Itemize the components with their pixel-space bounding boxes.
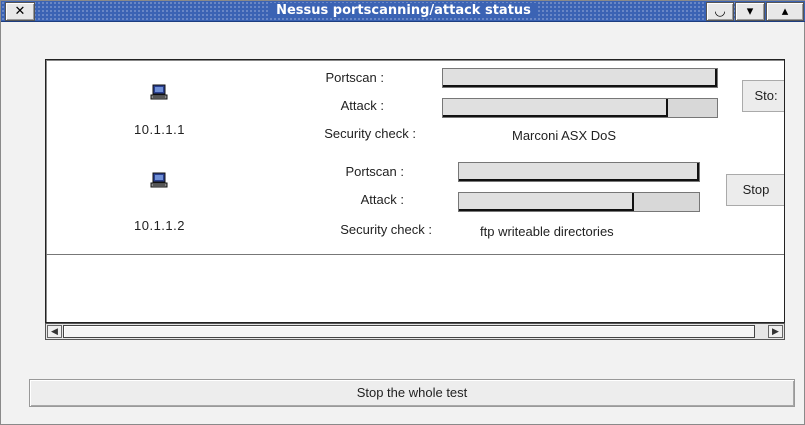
host-ip: 10.1.1.1 bbox=[134, 122, 185, 137]
portscan-progress-fill bbox=[459, 163, 699, 181]
minimize-icon: ▾ bbox=[746, 4, 754, 19]
computer-icon bbox=[150, 172, 168, 188]
window-title: Nessus portscanning/attack status bbox=[270, 3, 537, 18]
status-window: Nessus portscanning/attack status ✕ ◡ ▾ … bbox=[0, 0, 805, 425]
list-divider bbox=[46, 254, 784, 255]
title-bar[interactable]: Nessus portscanning/attack status ✕ ◡ ▾ … bbox=[1, 1, 805, 22]
stop-host-button[interactable]: Stop bbox=[726, 174, 784, 206]
scrollbar-thumb[interactable] bbox=[63, 325, 755, 338]
maximize-icon: ▴ bbox=[781, 4, 789, 19]
attack-progress-fill bbox=[443, 99, 668, 117]
scroll-left-button[interactable]: ◀ bbox=[47, 325, 62, 338]
portscan-label: Portscan : bbox=[325, 70, 384, 85]
security-check-value: ftp writeable directories bbox=[480, 224, 614, 239]
security-check-value: Marconi ASX DoS bbox=[512, 128, 617, 143]
attack-progress-bar bbox=[442, 98, 718, 118]
maximize-window-button[interactable]: ▴ bbox=[766, 2, 804, 21]
attack-label: Attack : bbox=[340, 98, 384, 113]
stop-host-button[interactable]: Sto: bbox=[742, 80, 784, 112]
portscan-progress-bar bbox=[458, 162, 700, 182]
portscan-label: Portscan : bbox=[345, 164, 404, 179]
arrow-left-icon: ◀ bbox=[51, 326, 58, 336]
attack-progress-bar bbox=[458, 192, 700, 212]
host-ip: 10.1.1.2 bbox=[134, 218, 185, 233]
close-icon: ✕ bbox=[14, 4, 26, 19]
security-check-label: Security check : bbox=[340, 222, 432, 237]
computer-icon bbox=[150, 84, 168, 100]
horizontal-scrollbar[interactable]: ◀ ▶ bbox=[45, 323, 785, 340]
shade-window-button[interactable]: ◡ bbox=[706, 2, 734, 21]
arrow-right-icon: ▶ bbox=[772, 326, 779, 336]
shade-icon: ◡ bbox=[715, 4, 725, 19]
minimize-window-button[interactable]: ▾ bbox=[735, 2, 765, 21]
attack-label: Attack : bbox=[360, 192, 404, 207]
scroll-right-button[interactable]: ▶ bbox=[768, 325, 783, 338]
attack-progress-fill bbox=[459, 193, 635, 211]
host-status-panel[interactable]: 10.1.1.1 Portscan : Attack : Security ch… bbox=[45, 59, 785, 323]
portscan-progress-fill bbox=[443, 69, 717, 87]
security-check-label: Security check : bbox=[324, 126, 416, 141]
portscan-progress-bar bbox=[442, 68, 718, 88]
close-window-button[interactable]: ✕ bbox=[5, 2, 35, 21]
stop-whole-test-button[interactable]: Stop the whole test bbox=[29, 379, 795, 407]
